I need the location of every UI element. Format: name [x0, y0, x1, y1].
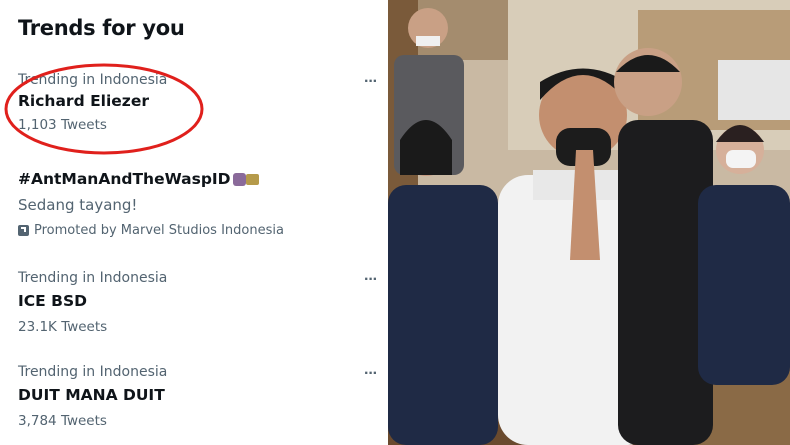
- promoted-by[interactable]: Promoted by Marvel Studios Indonesia: [18, 223, 378, 238]
- trend-item[interactable]: Trending in Indonesia DUIT MANA DUIT 3,7…: [18, 364, 378, 429]
- trends-panel: Trends for you Trending in Indonesia Ric…: [0, 0, 388, 445]
- trend-name-wrap: #AntManAndTheWaspID: [18, 170, 378, 188]
- promoted-icon: [18, 225, 29, 236]
- courtroom-photo: [388, 0, 790, 445]
- news-photo: [388, 0, 790, 445]
- antman-emoji-icon: [232, 173, 246, 186]
- promo-subtitle: Sedang tayang!: [18, 196, 138, 214]
- more-options-icon[interactable]: ···: [364, 365, 378, 383]
- trend-context: Trending in Indonesia: [18, 270, 168, 286]
- trend-name[interactable]: DUIT MANA DUIT: [18, 386, 378, 404]
- trend-count: 23.1K Tweets: [18, 319, 108, 335]
- promoted-label: Promoted by Marvel Studios Indonesia: [34, 223, 284, 238]
- panel-title: Trends for you: [18, 16, 185, 40]
- more-options-icon[interactable]: ···: [364, 73, 378, 91]
- trend-name[interactable]: #AntManAndTheWaspID: [18, 170, 231, 188]
- trend-context: Trending in Indonesia: [18, 72, 168, 88]
- wasp-emoji-icon: [245, 174, 259, 185]
- trend-context: Trending in Indonesia: [18, 364, 168, 380]
- trend-name[interactable]: Richard Eliezer: [18, 92, 378, 110]
- trend-count: 1,103 Tweets: [18, 117, 107, 133]
- trend-item[interactable]: Trending in Indonesia Richard Eliezer 1,…: [18, 72, 378, 133]
- trend-name[interactable]: ICE BSD: [18, 292, 378, 310]
- trend-item[interactable]: Trending in Indonesia ICE BSD 23.1K Twee…: [18, 270, 378, 335]
- more-options-icon[interactable]: ···: [364, 271, 378, 289]
- trend-count: 3,784 Tweets: [18, 413, 107, 429]
- trend-item-promoted[interactable]: #AntManAndTheWaspID Sedang tayang! Promo…: [18, 170, 378, 238]
